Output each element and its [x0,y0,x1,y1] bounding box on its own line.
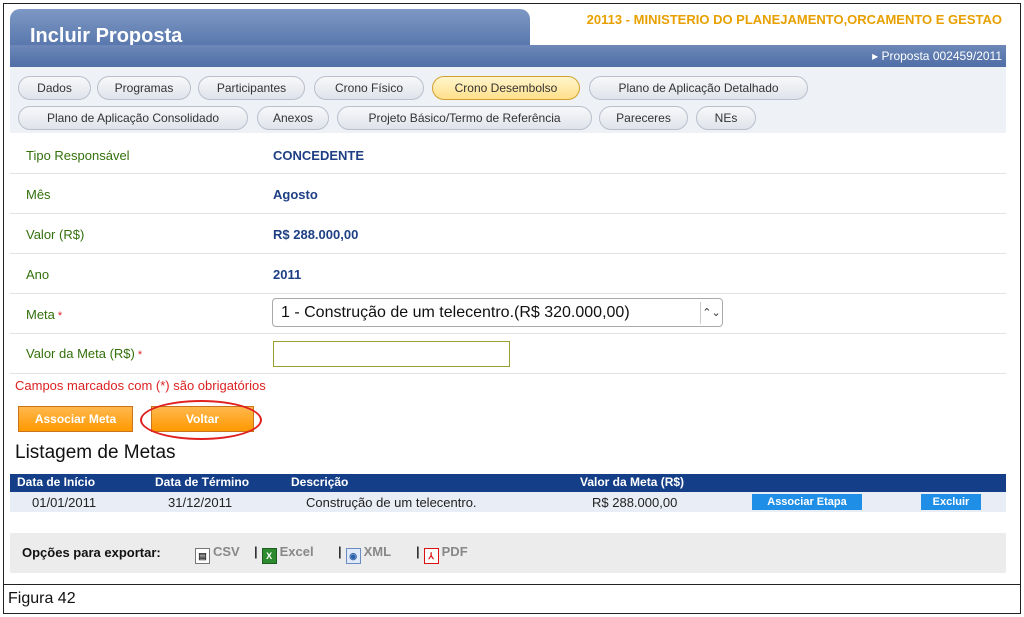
required-marker: * [137,349,143,361]
excel-icon: X [261,548,277,564]
export-csv-link[interactable]: ▤ CSV [195,544,240,564]
cell-data-inicio: 01/01/2011 [32,495,97,510]
export-xml-link[interactable]: | ◉ XML [334,544,391,564]
cell-descricao: Construção de um telecentro. [306,495,477,510]
export-excel-label: Excel [279,544,314,559]
tab-plano-aplicacao-detalhado[interactable]: Plano de Aplicação Detalhado [589,76,808,100]
export-label: Opções para exportar: [22,545,161,560]
meta-label-text: Meta [26,307,55,322]
tipo-responsavel-label: Tipo Responsável [26,148,130,163]
associar-meta-button[interactable]: Associar Meta [18,406,133,432]
tab-pareceres[interactable]: Pareceres [599,106,688,130]
export-bar: Opções para exportar: ▤ CSV | X Excel | ◉ XML… [10,533,1006,573]
pdf-icon: ⅄ [423,548,439,564]
required-fields-message: Campos marcados com (*) são obrigatórios [15,378,266,393]
tab-anexos[interactable]: Anexos [257,106,329,130]
csv-icon: ▤ [195,548,210,564]
valor-meta-input[interactable] [273,341,510,367]
proposal-breadcrumb: ▸ Proposta 002459/2011 [872,49,1002,63]
export-pdf-link[interactable]: | ⅄ PDF [412,544,468,564]
col-data-inicio: Data de Início [17,475,96,489]
tab-projeto-basico[interactable]: Projeto Básico/Termo de Referência [337,106,592,130]
meta-select[interactable]: 1 - Construção de um telecentro.(R$ 320.… [272,298,723,327]
associar-etapa-button[interactable]: Associar Etapa [752,494,862,510]
valor-meta-label: Valor da Meta (R$) * [26,346,142,361]
table-header: Data de Início Data de Término Descrição… [10,474,1006,492]
export-pdf-label: PDF [441,544,468,559]
meta-label: Meta * [26,307,62,322]
select-arrows-icon: ⌃⌄ [700,302,722,324]
valor-meta-label-text: Valor da Meta (R$) [26,346,135,361]
header-bar [10,45,1006,67]
meta-selected-value: 1 - Construção de um telecentro.(R$ 320.… [281,304,630,321]
separator: | [338,544,342,559]
tab-nes[interactable]: NEs [696,106,756,130]
tab-programas[interactable]: Programas [97,76,191,100]
row-ano: Ano 2011 [10,254,1006,294]
mes-value: Agosto [273,187,318,202]
col-descricao: Descrição [291,475,349,489]
caption-divider [3,584,1021,585]
row-mes: Mês Agosto [10,174,1006,214]
valor-label: Valor (R$) [26,227,85,242]
ano-label: Ano [26,267,50,282]
row-tipo-responsavel: Tipo Responsável CONCEDENTE [10,135,1006,174]
list-title: Listagem de Metas [15,442,176,463]
excluir-button[interactable]: Excluir [921,494,981,510]
highlight-circle [140,400,262,440]
col-valor-meta: Valor da Meta (R$) [580,475,685,489]
proposal-number: Proposta 002459/2011 [881,49,1002,63]
export-xml-label: XML [363,544,392,559]
figure-caption: Figura 42 [8,590,76,607]
ano-value: 2011 [273,267,302,282]
required-marker: * [57,310,63,322]
tab-crono-desembolso[interactable]: Crono Desembolso [432,76,580,100]
row-valor: Valor (R$) R$ 288.000,00 [10,214,1006,254]
separator: | [416,544,420,559]
tab-dados[interactable]: Dados [18,76,91,100]
mes-label: Mês [26,187,51,202]
tab-crono-fisico[interactable]: Crono Físico [314,76,424,100]
tab-plano-aplicacao-consolidado[interactable]: Plano de Aplicação Consolidado [18,106,248,130]
tab-participantes[interactable]: Participantes [198,76,305,100]
valor-value: R$ 288.000,00 [273,227,359,242]
tipo-responsavel-value: CONCEDENTE [273,148,365,163]
export-csv-label: CSV [213,544,240,559]
organization-name: 20113 - MINISTERIO DO PLANEJAMENTO,ORCAM… [586,12,1002,27]
cell-data-termino: 31/12/2011 [168,495,233,510]
cell-valor-meta: R$ 288.000,00 [592,495,678,510]
xml-icon: ◉ [345,548,361,564]
separator: | [254,544,258,559]
col-data-termino: Data de Término [155,475,250,489]
table-row: 01/01/2011 31/12/2011 Construção de um t… [10,492,1006,512]
export-excel-link[interactable]: | X Excel [250,544,314,564]
